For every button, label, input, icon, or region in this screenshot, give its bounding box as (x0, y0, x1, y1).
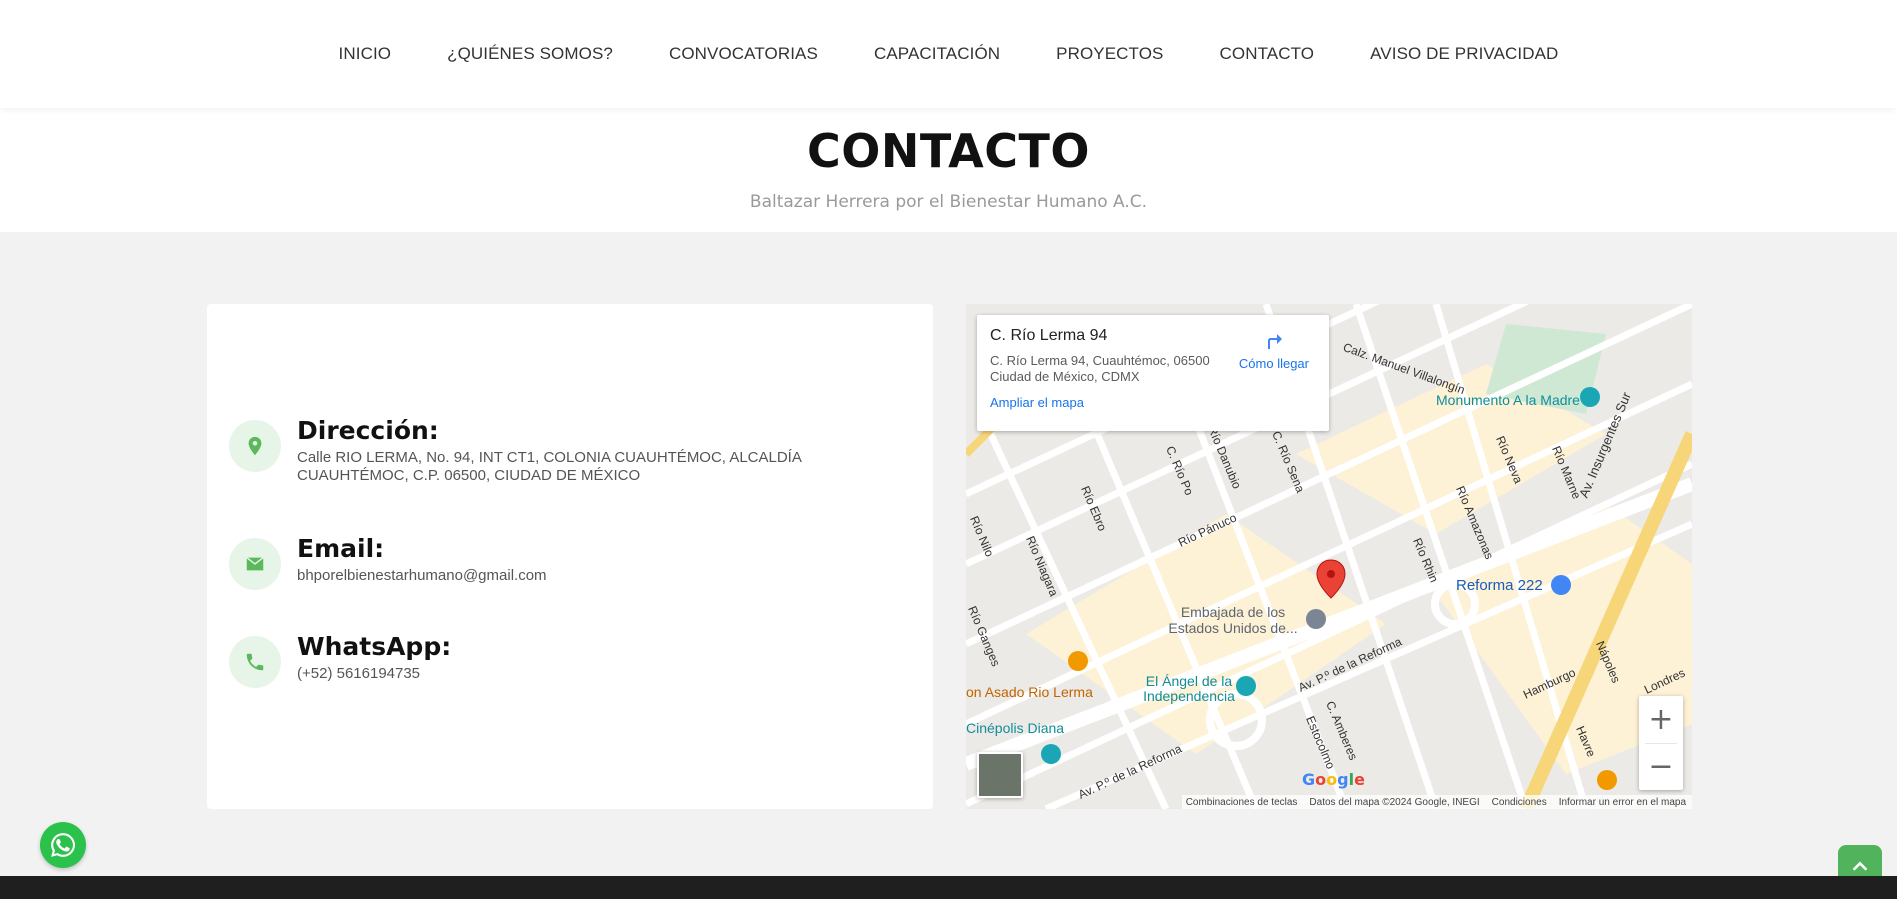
whatsapp-float-button[interactable] (40, 822, 86, 868)
map-label-reforma222: Reforma 222 (1456, 577, 1543, 594)
page-subtitle: Baltazar Herrera por el Bienestar Humano… (749, 192, 1148, 212)
envelope-icon (229, 538, 281, 590)
map-attribution: Combinaciones de teclas Datos del mapa ©… (1181, 795, 1692, 809)
whatsapp-icon (51, 833, 75, 857)
map-place-address: C. Río Lerma 94, Cuauhtémoc, 06500 Ciuda… (990, 353, 1210, 384)
report-error-link[interactable]: Informar un error en el mapa (1559, 797, 1686, 808)
whatsapp-value[interactable]: (+52) 5616194735 (297, 665, 857, 683)
nav-menu: INICIO ¿QUIÉNES SOMOS? CONVOCATORIAS CAP… (0, 0, 1897, 108)
footer-strip (0, 876, 1897, 899)
nav-item-capacitacion[interactable]: CAPACITACIÓN (846, 44, 1028, 64)
address-label: Dirección: (297, 416, 439, 445)
directions-button[interactable]: Cómo llegar (1239, 329, 1309, 371)
map-data-credit: Datos del mapa ©2024 Google, INEGI (1309, 796, 1480, 808)
nav-item-aviso-privacidad[interactable]: AVISO DE PRIVACIDAD (1342, 44, 1586, 64)
terms-link[interactable]: Condiciones (1492, 797, 1547, 808)
zoom-out-button[interactable]: − (1639, 743, 1683, 790)
address-value: Calle RIO LERMA, No. 94, INT CT1, COLONI… (297, 449, 802, 484)
main-navigation: INICIO ¿QUIÉNES SOMOS? CONVOCATORIAS CAP… (0, 0, 1897, 108)
map-type-toggle[interactable] (977, 752, 1023, 798)
email-value[interactable]: bhporelbienestarhumano@gmail.com (297, 567, 857, 585)
whatsapp-block: WhatsApp: (+52) 5616194735 (229, 632, 857, 688)
email-block: Email: bhporelbienestarhumano@gmail.com (229, 534, 857, 590)
zoom-controls: + − (1639, 696, 1683, 790)
google-logo: Google (1302, 770, 1365, 789)
location-pin-icon (229, 420, 281, 472)
map-info-window: C. Río Lerma 94 C. Río Lerma 94, Cuauhté… (977, 315, 1329, 431)
keyboard-shortcuts-link[interactable]: Combinaciones de teclas (1186, 797, 1298, 808)
page-title: CONTACTO (806, 124, 1090, 178)
directions-label: Cómo llegar (1238, 356, 1309, 371)
nav-item-contacto[interactable]: CONTACTO (1192, 44, 1343, 64)
phone-icon (229, 636, 281, 688)
map-label-cinepolis: Cinépolis Diana (966, 720, 1065, 736)
directions-icon (1267, 334, 1282, 349)
google-map[interactable]: Monumento A la Madre Reforma 222 Embajad… (966, 304, 1692, 809)
nav-item-quienes-somos[interactable]: ¿QUIÉNES SOMOS? (419, 44, 641, 64)
address-block: Dirección: Calle RIO LERMA, No. 94, INT … (229, 416, 857, 485)
map-label-angel: El Ángel de la Independencia (1143, 673, 1235, 704)
chevron-up-icon (1852, 861, 1868, 871)
zoom-in-button[interactable]: + (1639, 696, 1683, 743)
page-header: CONTACTO Baltazar Herrera por el Bienest… (0, 108, 1897, 232)
nav-item-proyectos[interactable]: PROYECTOS (1028, 44, 1191, 64)
map-label-embajada: Embajada de los Estados Unidos de... (1168, 604, 1298, 636)
nav-item-convocatorias[interactable]: CONVOCATORIAS (641, 44, 846, 64)
map-label-asado: on Asado Rio Lerma (966, 684, 1093, 700)
contact-info-card: Dirección: Calle RIO LERMA, No. 94, INT … (207, 304, 933, 809)
nav-item-inicio[interactable]: INICIO (311, 44, 420, 64)
enlarge-map-link[interactable]: Ampliar el mapa (990, 395, 1316, 410)
email-label: Email: (297, 534, 385, 563)
whatsapp-label: WhatsApp: (297, 632, 452, 661)
zoom-divider (1645, 743, 1677, 744)
